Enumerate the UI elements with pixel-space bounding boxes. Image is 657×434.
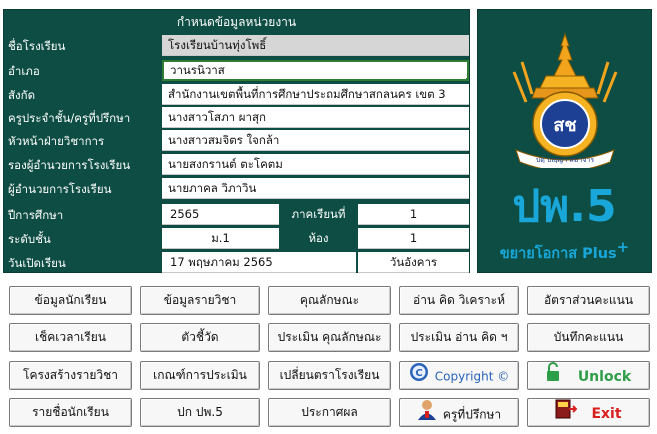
school-info-panel: กำหนดข้อมูลหน่วยงาน ชื่อโรงเรียน โรงเรีย…	[3, 9, 470, 273]
room-field[interactable]: 1	[358, 228, 469, 249]
program-title: ปพ.5	[512, 181, 617, 232]
deputy-label: รองผู้อำนวยการโรงเรียน	[8, 158, 131, 172]
change-emblem-button[interactable]: เปลี่ยนตราโรงเรียน	[268, 361, 391, 390]
district-field[interactable]: วานรนิวาส	[162, 60, 469, 81]
row-district: อำเภอ วานรนิวาส	[4, 60, 469, 82]
program-logo-panel: สช บดฺ ปญฺญา สมาจาร ปพ.5 ขยายโอกาส Plus+	[477, 9, 652, 273]
open-date-field[interactable]: 17 พฤษภาคม 2565	[162, 252, 356, 273]
course-structure-button[interactable]: โครงสร้างรายวิชา	[9, 361, 132, 390]
teacher-field[interactable]: นางสาวโสภา ผาสุก	[162, 107, 469, 128]
attendance-button[interactable]: เช็คเวลาเรียน	[9, 323, 132, 352]
district-value: วานรนิวาส	[170, 63, 225, 77]
level-field[interactable]: ม.1	[162, 228, 279, 249]
emblem-letters: สช	[553, 115, 576, 136]
row-level: ระดับชั้น ม.1 ห้อง 1	[4, 228, 469, 250]
characteristics-button[interactable]: คุณลักษณะ	[268, 286, 391, 315]
unlock-button[interactable]: Unlock	[527, 361, 650, 390]
exit-button[interactable]: Exit	[527, 398, 650, 427]
unlock-label: Unlock	[577, 369, 632, 385]
level-label: ระดับชั้น	[8, 232, 51, 246]
exit-door-icon	[555, 399, 578, 429]
director-label: ผู้อำนวยการโรงเรียน	[8, 182, 112, 196]
year-field[interactable]: 2565	[162, 204, 279, 225]
subject-data-button[interactable]: ข้อมูลรายวิชา	[140, 286, 260, 315]
row-academic-head: หัวหน้าฝ่ายวิชาการ นางสาวสมจิตร ใจกล้า	[4, 130, 469, 152]
row-teacher: ครูประจำชั้น/ครูที่ปรึกษา นางสาวโสภา ผาส…	[4, 107, 469, 129]
deputy-field[interactable]: นายสงกรานต์ ตะโคตม	[162, 154, 469, 175]
copyright-button[interactable]: C Copyright ©	[399, 361, 519, 390]
copyright-label: Copyright ©	[434, 369, 510, 384]
school-label: ชื่อโรงเรียน	[8, 39, 66, 53]
record-scores-button[interactable]: บันทึกคะแนน	[527, 323, 650, 352]
advisors-button[interactable]: ครูที่ปรึกษา	[399, 398, 519, 427]
exit-label: Exit	[591, 406, 622, 422]
student-list-button[interactable]: รายชื่อนักเรียน	[9, 398, 132, 427]
announce-button[interactable]: ประกาศผล	[268, 398, 391, 427]
advisors-label: ครูที่ปรึกษา	[442, 407, 502, 422]
affiliation-label: สังกัด	[8, 88, 36, 102]
year-label: ปีการศึกษา	[8, 208, 64, 222]
school-field[interactable]: โรงเรียนบ้านทุ่งโพธิ์	[162, 35, 469, 56]
program-subtitle: ขยายโอกาส Plus+	[478, 238, 651, 265]
school-emblem-icon: สช บดฺ ปญฺญา สมาจาร	[512, 32, 618, 168]
open-date-label: วันเปิดเรียน	[8, 256, 66, 270]
open-day-field: วันอังคาร	[358, 252, 469, 273]
row-director: ผู้อำนวยการโรงเรียน นายภาคล วิภาวิน	[4, 178, 469, 200]
selection-fill-handle[interactable]	[466, 78, 467, 79]
panel-title: กำหนดข้อมูลหน่วยงาน	[176, 15, 297, 29]
emblem-motto: บดฺ ปญฺญา สมาจาร	[536, 156, 595, 164]
academic-head-field[interactable]: นางสาวสมจิตร ใจกล้า	[162, 130, 469, 151]
row-open-date: วันเปิดเรียน 17 พฤษภาคม 2565 วันอังคาร	[4, 252, 469, 274]
row-affiliation: สังกัด สำนักงานเขตพื้นที่การศึกษาประถมศึ…	[4, 84, 469, 106]
affiliation-field[interactable]: สำนักงานเขตพื้นที่การศึกษาประถมศึกษาสกลน…	[162, 84, 469, 105]
padlock-icon	[546, 362, 560, 392]
reading-thinking-button[interactable]: อ่าน คิด วิเคราะห์	[399, 286, 519, 315]
eval-criteria-button[interactable]: เกณฑ์การประเมิน	[140, 361, 260, 390]
teacher-icon	[417, 399, 437, 431]
district-label: อำเภอ	[8, 64, 40, 78]
indicators-button[interactable]: ตัวชี้วัด	[140, 323, 260, 352]
teacher-label: ครูประจำชั้น/ครูที่ปรึกษา	[8, 111, 131, 125]
eval-characteristics-button[interactable]: ประเมิน คุณลักษณะ	[268, 323, 391, 352]
program-subtitle-plus: +	[616, 238, 630, 256]
cover-button[interactable]: ปก ปพ.5	[140, 398, 260, 427]
eval-reading-button[interactable]: ประเมิน อ่าน คิด ฯ	[399, 323, 519, 352]
copyright-icon: C	[409, 362, 429, 392]
academic-head-label: หัวหน้าฝ่ายวิชาการ	[8, 134, 105, 148]
svg-text:C: C	[415, 368, 422, 379]
semester-field[interactable]: 1	[358, 204, 469, 225]
student-data-button[interactable]: ข้อมูลนักเรียน	[9, 286, 132, 315]
director-field[interactable]: นายภาคล วิภาวิน	[162, 178, 469, 199]
program-subtitle-text: ขยายโอกาส Plus	[499, 245, 617, 262]
row-deputy: รองผู้อำนวยการโรงเรียน นายสงกรานต์ ตะโคต…	[4, 154, 469, 176]
score-ratio-button[interactable]: อัตราส่วนคะแนน	[527, 286, 650, 315]
row-school: ชื่อโรงเรียน โรงเรียนบ้านทุ่งโพธิ์	[4, 35, 469, 57]
row-year: ปีการศึกษา 2565 ภาคเรียนที่ 1	[4, 204, 469, 226]
semester-label: ภาคเรียนที่	[281, 204, 356, 225]
room-label: ห้อง	[281, 228, 356, 249]
